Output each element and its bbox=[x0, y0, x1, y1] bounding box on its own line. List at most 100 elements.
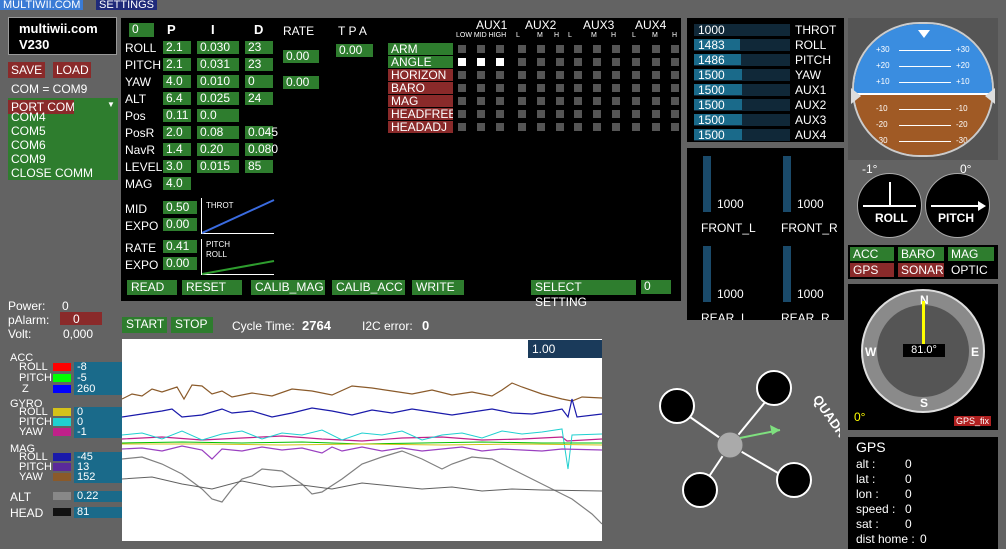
aux-checkbox[interactable] bbox=[496, 45, 504, 53]
aux-checkbox[interactable] bbox=[593, 84, 601, 92]
aux-checkbox[interactable] bbox=[537, 97, 545, 105]
aux-checkbox[interactable] bbox=[556, 84, 564, 92]
load-button[interactable]: LOAD bbox=[53, 62, 91, 78]
pid-i-value[interactable]: 0.08 bbox=[197, 126, 239, 139]
aux-checkbox[interactable] bbox=[593, 71, 601, 79]
series-swatch[interactable] bbox=[53, 418, 71, 426]
aux-checkbox[interactable] bbox=[518, 110, 526, 118]
mid-value[interactable]: 0.50 bbox=[163, 201, 197, 214]
aux-checkbox[interactable] bbox=[652, 110, 660, 118]
aux-checkbox[interactable] bbox=[593, 58, 601, 66]
aux-checkbox[interactable] bbox=[518, 97, 526, 105]
series-swatch[interactable] bbox=[53, 508, 71, 516]
aux-checkbox[interactable] bbox=[458, 84, 466, 92]
pid-d-value[interactable]: 24 bbox=[245, 92, 273, 105]
aux-checkbox[interactable] bbox=[574, 58, 582, 66]
aux-checkbox[interactable] bbox=[556, 58, 564, 66]
aux-checkbox[interactable] bbox=[652, 45, 660, 53]
com-item[interactable]: COM9 bbox=[11, 152, 46, 166]
aux-checkbox[interactable] bbox=[593, 110, 601, 118]
pid-p-value[interactable]: 6.4 bbox=[163, 92, 191, 105]
aux-checkbox[interactable] bbox=[671, 97, 679, 105]
palarm-field[interactable]: 0 bbox=[60, 312, 102, 325]
rc-expo-value[interactable]: 0.00 bbox=[163, 257, 197, 270]
aux-checkbox[interactable] bbox=[671, 84, 679, 92]
series-swatch[interactable] bbox=[53, 385, 71, 393]
pid-d-value[interactable]: 0 bbox=[245, 75, 273, 88]
pid-p-value[interactable]: 3.0 bbox=[163, 160, 191, 173]
pid-p-value[interactable]: 2.1 bbox=[163, 58, 191, 71]
series-swatch[interactable] bbox=[53, 473, 71, 481]
aux-checkbox[interactable] bbox=[632, 123, 640, 131]
com-item[interactable]: COM6 bbox=[11, 138, 46, 152]
series-swatch[interactable] bbox=[53, 408, 71, 416]
start-button[interactable]: START bbox=[122, 317, 167, 333]
aux-checkbox[interactable] bbox=[632, 84, 640, 92]
aux-checkbox[interactable] bbox=[496, 123, 504, 131]
aux-checkbox[interactable] bbox=[671, 71, 679, 79]
pid-i-value[interactable]: 0.20 bbox=[197, 143, 239, 156]
aux-checkbox[interactable] bbox=[458, 45, 466, 53]
expo-value[interactable]: 0.00 bbox=[163, 218, 197, 231]
aux-checkbox[interactable] bbox=[593, 45, 601, 53]
aux-checkbox[interactable] bbox=[477, 71, 485, 79]
pid-i-value[interactable]: 0.010 bbox=[197, 75, 239, 88]
aux-checkbox[interactable] bbox=[612, 45, 620, 53]
aux-checkbox[interactable] bbox=[574, 71, 582, 79]
aux-checkbox[interactable] bbox=[574, 45, 582, 53]
aux-checkbox[interactable] bbox=[593, 123, 601, 131]
aux-checkbox[interactable] bbox=[537, 123, 545, 131]
pid-d-value[interactable]: 23 bbox=[245, 41, 273, 54]
series-swatch[interactable] bbox=[53, 492, 71, 500]
aux-checkbox[interactable] bbox=[574, 110, 582, 118]
aux-checkbox[interactable] bbox=[496, 97, 504, 105]
pid-i-value[interactable]: 0.030 bbox=[197, 41, 239, 54]
aux-checkbox[interactable] bbox=[556, 97, 564, 105]
stop-button[interactable]: STOP bbox=[171, 317, 213, 333]
aux-checkbox[interactable] bbox=[518, 84, 526, 92]
aux-checkbox[interactable] bbox=[496, 84, 504, 92]
rc-rate-value[interactable]: 0.41 bbox=[163, 240, 197, 253]
aux-checkbox[interactable] bbox=[458, 58, 466, 66]
aux-checkbox[interactable] bbox=[671, 45, 679, 53]
pid-d-value[interactable]: 85 bbox=[245, 160, 273, 173]
aux-checkbox[interactable] bbox=[652, 97, 660, 105]
close-comm-item[interactable]: CLOSE COMM bbox=[11, 166, 93, 180]
aux-checkbox[interactable] bbox=[518, 45, 526, 53]
aux-checkbox[interactable] bbox=[518, 58, 526, 66]
series-swatch[interactable] bbox=[53, 363, 71, 371]
aux-checkbox[interactable] bbox=[574, 123, 582, 131]
pid-zero[interactable]: 0 bbox=[129, 23, 154, 37]
chevron-down-icon[interactable]: ▼ bbox=[107, 98, 115, 112]
com-item[interactable]: COM4 bbox=[11, 110, 46, 124]
aux-checkbox[interactable] bbox=[556, 123, 564, 131]
aux-checkbox[interactable] bbox=[537, 84, 545, 92]
aux-checkbox[interactable] bbox=[458, 97, 466, 105]
aux-checkbox[interactable] bbox=[671, 110, 679, 118]
aux-checkbox[interactable] bbox=[477, 110, 485, 118]
aux-checkbox[interactable] bbox=[556, 45, 564, 53]
series-swatch[interactable] bbox=[53, 428, 71, 436]
aux-checkbox[interactable] bbox=[612, 110, 620, 118]
aux-checkbox[interactable] bbox=[496, 58, 504, 66]
aux-checkbox[interactable] bbox=[556, 110, 564, 118]
aux-checkbox[interactable] bbox=[632, 45, 640, 53]
pid-d-value[interactable]: 0.080 bbox=[245, 143, 278, 156]
aux-checkbox[interactable] bbox=[458, 123, 466, 131]
aux-checkbox[interactable] bbox=[537, 58, 545, 66]
aux-checkbox[interactable] bbox=[612, 97, 620, 105]
pid-i-value[interactable]: 0.015 bbox=[197, 160, 239, 173]
aux-checkbox[interactable] bbox=[537, 110, 545, 118]
aux-checkbox[interactable] bbox=[612, 84, 620, 92]
write-button[interactable]: WRITE bbox=[412, 280, 464, 295]
aux-checkbox[interactable] bbox=[612, 71, 620, 79]
select-setting-button[interactable]: SELECT SETTING bbox=[531, 280, 636, 309]
pid-i-value[interactable]: 0.025 bbox=[197, 92, 239, 105]
pid-p-value[interactable]: 2.1 bbox=[163, 41, 191, 54]
aux-checkbox[interactable] bbox=[593, 97, 601, 105]
aux-checkbox[interactable] bbox=[574, 97, 582, 105]
series-swatch[interactable] bbox=[53, 374, 71, 382]
pid-i-value[interactable]: 0.0 bbox=[197, 109, 239, 122]
series-swatch[interactable] bbox=[53, 453, 71, 461]
aux-checkbox[interactable] bbox=[671, 123, 679, 131]
